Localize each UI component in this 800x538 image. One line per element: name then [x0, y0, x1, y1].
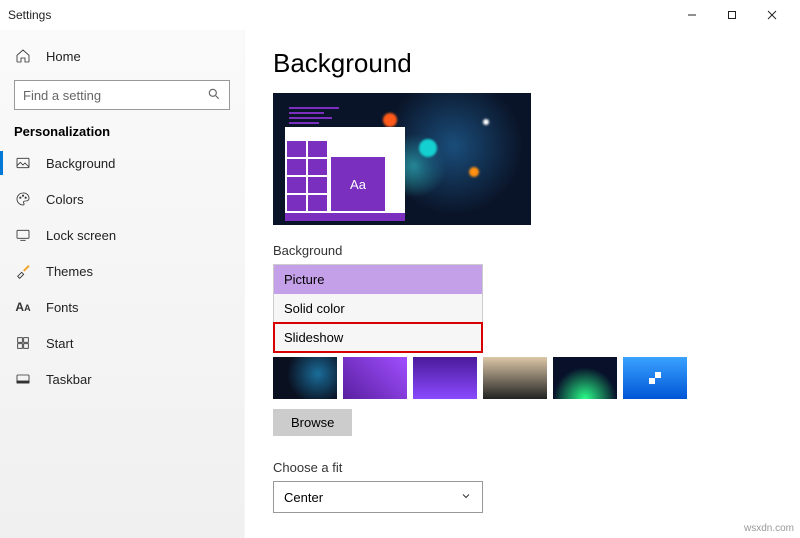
recent-image-thumb[interactable]: [413, 357, 477, 399]
taskbar-icon: [14, 370, 32, 388]
fit-dropdown[interactable]: Center: [273, 481, 483, 513]
close-button[interactable]: [752, 0, 792, 30]
background-dropdown[interactable]: Picture Solid color Slideshow: [273, 264, 483, 353]
browse-button[interactable]: Browse: [273, 409, 352, 436]
title-bar: Settings: [0, 0, 800, 30]
search-icon: [207, 87, 221, 104]
search-placeholder: Find a setting: [23, 88, 101, 103]
watermark: wsxdn.com: [744, 523, 794, 534]
fit-value: Center: [284, 490, 323, 505]
sidebar-item-taskbar[interactable]: Taskbar: [0, 361, 244, 397]
sidebar: Home Find a setting Personalization Back…: [0, 30, 245, 538]
palette-icon: [14, 190, 32, 208]
page-title: Background: [273, 48, 800, 79]
choose-fit-label: Choose a fit: [273, 460, 800, 475]
picture-icon: [14, 154, 32, 172]
background-option-slideshow[interactable]: Slideshow: [274, 323, 482, 352]
recent-image-thumb[interactable]: [553, 357, 617, 399]
sidebar-item-colors[interactable]: Colors: [0, 181, 244, 217]
minimize-button[interactable]: [672, 0, 712, 30]
window-title: Settings: [8, 8, 51, 22]
sidebar-item-themes[interactable]: Themes: [0, 253, 244, 289]
home-nav[interactable]: Home: [0, 38, 244, 74]
sidebar-item-background[interactable]: Background: [0, 145, 244, 181]
recent-image-thumb[interactable]: [343, 357, 407, 399]
sidebar-item-start[interactable]: Start: [0, 325, 244, 361]
sidebar-item-label: Taskbar: [46, 372, 92, 387]
home-icon: [14, 47, 32, 65]
category-header: Personalization: [0, 114, 244, 145]
sidebar-item-lockscreen[interactable]: Lock screen: [0, 217, 244, 253]
sidebar-item-label: Colors: [46, 192, 84, 207]
sidebar-item-label: Background: [46, 156, 115, 171]
main-panel: Background Aa Background Picture Solid c…: [245, 30, 800, 538]
preview-sample-tile: Aa: [331, 157, 385, 211]
recent-image-thumb[interactable]: [273, 357, 337, 399]
background-option-picture[interactable]: Picture: [274, 265, 482, 294]
sidebar-item-label: Lock screen: [46, 228, 116, 243]
start-icon: [14, 334, 32, 352]
fonts-icon: AA: [14, 298, 32, 316]
background-dropdown-label: Background: [273, 243, 800, 258]
chevron-down-icon: [460, 490, 472, 505]
sidebar-item-label: Themes: [46, 264, 93, 279]
search-input[interactable]: Find a setting: [14, 80, 230, 110]
window-controls: [672, 0, 792, 30]
background-preview: Aa: [273, 93, 531, 225]
home-label: Home: [46, 49, 81, 64]
themes-icon: [14, 262, 32, 280]
maximize-button[interactable]: [712, 0, 752, 30]
sidebar-item-fonts[interactable]: AA Fonts: [0, 289, 244, 325]
background-option-solid-color[interactable]: Solid color: [274, 294, 482, 323]
sidebar-item-label: Fonts: [46, 300, 79, 315]
recent-image-thumb[interactable]: [623, 357, 687, 399]
recent-image-thumb[interactable]: [483, 357, 547, 399]
lockscreen-icon: [14, 226, 32, 244]
sidebar-item-label: Start: [46, 336, 73, 351]
recent-images: [273, 357, 800, 399]
